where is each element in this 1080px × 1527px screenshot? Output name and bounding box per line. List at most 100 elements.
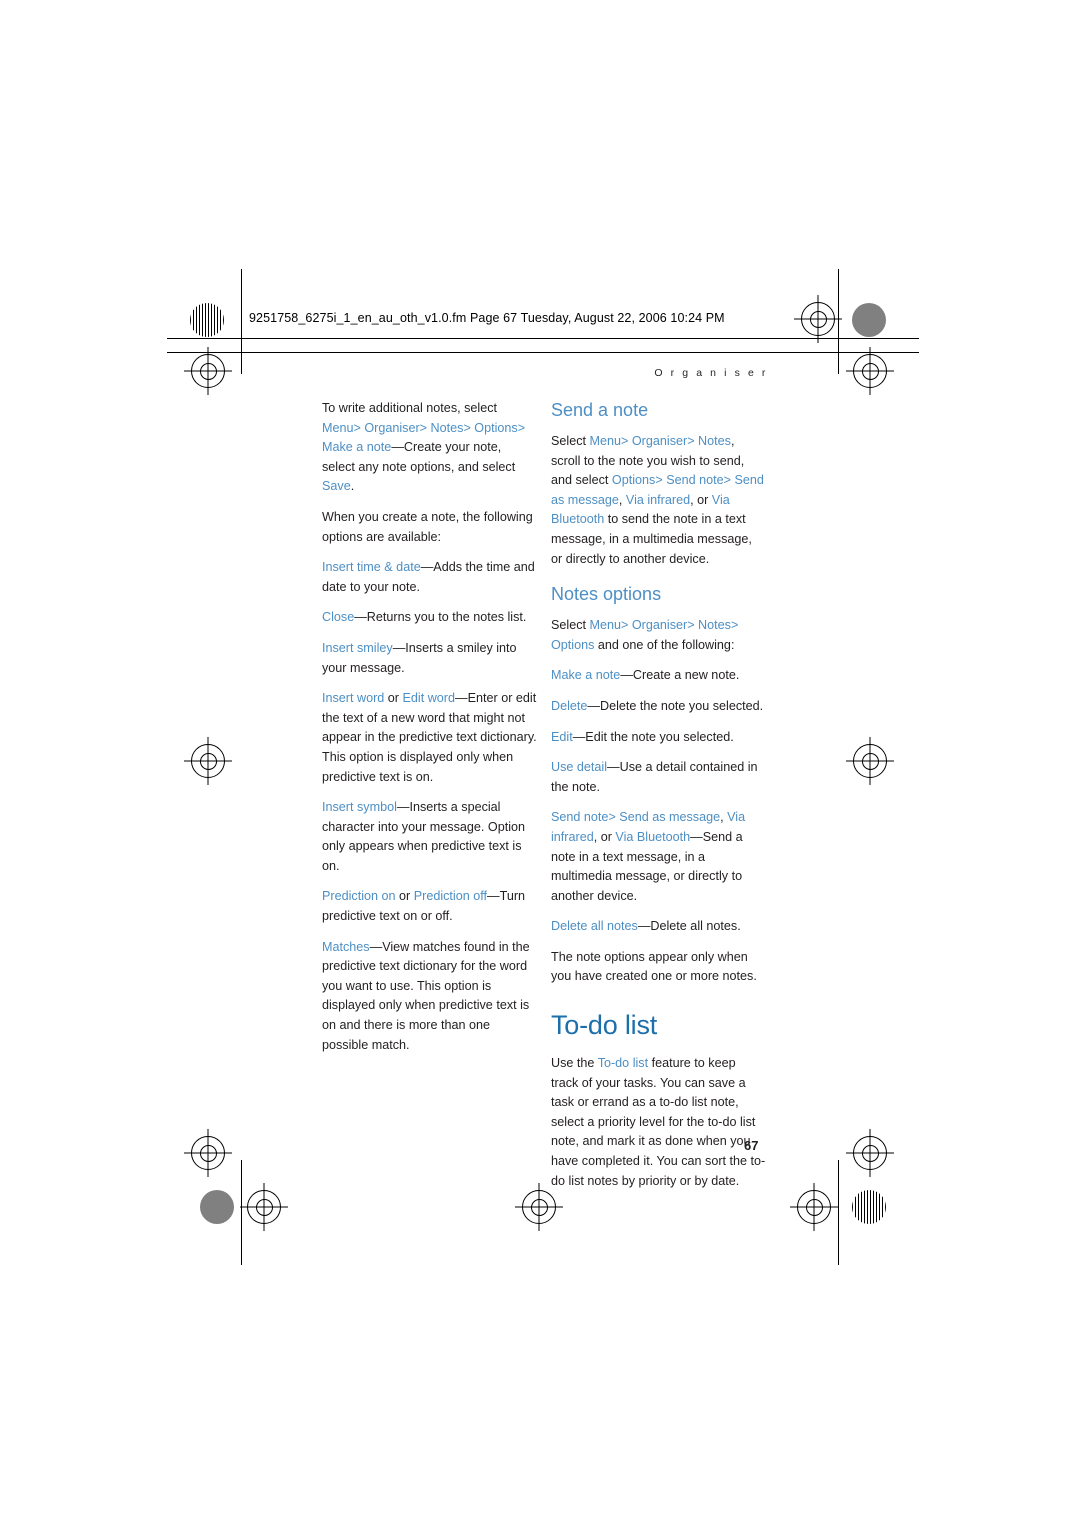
to-do-list-body: Use the To-do list feature to keep track… <box>551 1054 766 1191</box>
density-patch-bottom-right <box>852 1190 886 1224</box>
p-send-note-body: Select Menu> Organiser> Notes, scroll to… <box>551 432 766 569</box>
body-text: and one of the following: <box>594 637 735 652</box>
ui-term: Options <box>474 420 518 435</box>
ui-term: Options <box>611 473 656 488</box>
ui-term: Save <box>322 479 351 494</box>
p-prediction: Prediction on or Prediction off—Turn pre… <box>322 887 537 926</box>
ui-term: Edit word <box>402 691 456 706</box>
ui-term: To-do list <box>597 1056 649 1071</box>
body-text: or <box>384 691 403 706</box>
registration-mark-bottom-left-inner <box>247 1190 281 1224</box>
ui-term: Insert smiley <box>322 640 393 655</box>
ui-term: > <box>621 618 632 633</box>
ui-term: Send as message <box>619 810 721 825</box>
ui-term: Make a note <box>551 668 621 683</box>
body-text: . <box>350 479 355 494</box>
file-path-header: 9251758_6275i_1_en_au_oth_v1.0.fm Page 6… <box>249 311 725 325</box>
ui-term: Prediction on <box>322 889 396 904</box>
body-text: Select <box>551 434 590 448</box>
ui-term: Prediction off <box>413 889 487 904</box>
registration-mark-mid-right <box>853 744 887 778</box>
crop-line-vertical-left <box>241 269 242 374</box>
left-text-column: To write additional notes, select Menu> … <box>322 399 537 1066</box>
crop-line-vertical-right <box>838 269 839 374</box>
p-send-note-option: Send note> Send as message, Via infrared… <box>551 808 766 906</box>
page-number: 67 <box>744 1138 759 1153</box>
registration-mark-top-right <box>853 354 887 388</box>
ui-term: Via Bluetooth <box>615 829 691 844</box>
p-insert-symbol: Insert symbol—Inserts a special characte… <box>322 798 537 876</box>
body-text: —Delete the note you selected. <box>587 698 764 713</box>
ui-term: > <box>419 420 431 435</box>
p-matches: Matches—View matches found in the predic… <box>322 938 537 1056</box>
density-patch-top-left <box>190 303 224 337</box>
p-when-create: When you create a note, the following op… <box>322 508 537 547</box>
body-text: —Edit the note you selected. <box>572 729 734 744</box>
ui-term: Menu <box>589 618 622 633</box>
registration-mark-mid-left <box>191 744 225 778</box>
p-close: Close—Returns you to the notes list. <box>322 608 537 628</box>
document-page: 9251758_6275i_1_en_au_oth_v1.0.fm Page 6… <box>0 0 1080 1527</box>
ui-term: > <box>463 420 475 435</box>
ui-term: Options <box>551 637 595 652</box>
registration-mark-top-center-left <box>801 302 835 336</box>
notes-options-body: Select Menu> Organiser> Notes> Options a… <box>551 616 766 987</box>
ui-term: Close <box>322 610 355 625</box>
body-text: Use the <box>551 1056 598 1071</box>
density-patch-top-right <box>852 303 886 337</box>
heading-notes-options: Notes options <box>551 584 662 605</box>
ui-term: Menu <box>589 434 622 448</box>
ui-term: Delete <box>551 698 588 713</box>
p-write-additional: To write additional notes, select Menu> … <box>322 399 537 497</box>
body-text: , or <box>593 829 616 844</box>
p-todo-body: Use the To-do list feature to keep track… <box>551 1054 766 1191</box>
ui-term: > <box>723 473 735 488</box>
ui-term: > <box>655 473 667 488</box>
body-text: The note options appear only when you ha… <box>551 949 757 984</box>
heading-send-a-note: Send a note <box>551 400 649 420</box>
body-text: When you create a note, the following op… <box>322 509 533 544</box>
ui-term: > <box>687 618 699 633</box>
body-text: or <box>395 889 414 904</box>
p-make-a-note: Make a note—Create a new note. <box>551 666 766 686</box>
ui-term: Organiser <box>631 434 688 448</box>
crop-line-vertical-right-lower <box>838 1160 839 1265</box>
ui-term: Use detail <box>551 760 608 775</box>
crop-line-horizontal-upper <box>167 352 919 353</box>
body-text: , <box>618 492 626 507</box>
ui-term: Insert word <box>322 691 385 706</box>
body-text: —Returns you to the notes list. <box>354 610 527 625</box>
right-text-column: Send a note Select Menu> Organiser> Note… <box>551 399 766 1202</box>
body-text: —View matches found in the predictive te… <box>322 939 530 1052</box>
p-insert-word: Insert word or Edit word—Enter or edit t… <box>322 689 537 787</box>
ui-term: Organiser <box>631 618 688 633</box>
registration-mark-bottom-right-inner <box>797 1190 831 1224</box>
crop-line-vertical-left-lower <box>241 1160 242 1265</box>
body-text: —Create a new note. <box>620 668 740 683</box>
ui-term: > <box>730 618 739 633</box>
ui-term: Insert symbol <box>322 800 397 815</box>
registration-mark-top-left <box>191 354 225 388</box>
ui-term: > <box>608 810 620 825</box>
ui-term: Send note <box>666 473 724 488</box>
body-text: feature to keep track of your tasks. You… <box>551 1056 766 1188</box>
p-insert-time-date: Insert time & date—Adds the time and dat… <box>322 558 537 597</box>
ui-term: Make a note <box>322 440 392 455</box>
ui-term: Matches <box>322 939 370 954</box>
ui-term: Notes <box>430 420 464 435</box>
crop-line-horizontal-top <box>167 338 919 339</box>
ui-term: Menu <box>322 420 354 435</box>
ui-term: > <box>687 434 699 448</box>
ui-term: Send note <box>551 810 609 825</box>
ui-term: Edit <box>551 729 573 744</box>
ui-term: Organiser <box>364 420 420 435</box>
send-a-note-body: Select Menu> Organiser> Notes, scroll to… <box>551 432 766 569</box>
registration-mark-bottom-left <box>191 1136 225 1170</box>
ui-term: Insert time & date <box>322 560 421 575</box>
body-text: Select <box>551 618 590 633</box>
ui-term: Notes <box>698 434 731 448</box>
body-text: , or <box>690 492 712 507</box>
body-text: To write additional notes, select <box>322 401 498 415</box>
ui-term: > <box>517 420 526 435</box>
density-patch-bottom-left <box>200 1190 234 1224</box>
